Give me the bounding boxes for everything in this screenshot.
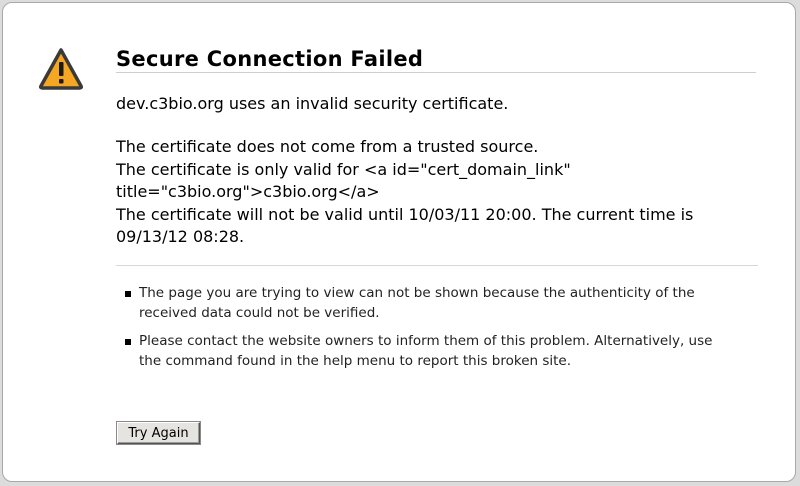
error-help-list: The page you are trying to view can not … (123, 284, 723, 380)
bullet-icon (125, 339, 131, 345)
try-again-button[interactable]: Try Again (117, 422, 200, 444)
list-item-text: Please contact the website owners to inf… (139, 333, 713, 369)
tech-detail-line: The certificate does not come from a tru… (116, 137, 539, 156)
error-title: Secure Connection Failed (116, 47, 424, 71)
error-page: Secure Connection Failed dev.c3bio.org u… (2, 2, 796, 482)
title-divider (116, 72, 756, 73)
warning-triangle-icon (38, 48, 84, 90)
tech-detail-line: The certificate is only valid for <a id=… (116, 159, 571, 202)
list-item-text: The page you are trying to view can not … (139, 285, 695, 321)
list-item: Please contact the website owners to inf… (123, 332, 723, 371)
tech-detail-line: The certificate will not be valid until … (116, 204, 694, 247)
error-short-description: dev.c3bio.org uses an invalid security c… (116, 94, 509, 113)
list-item: The page you are trying to view can not … (123, 284, 723, 323)
error-technical-details: The certificate does not come from a tru… (116, 136, 756, 249)
section-divider (116, 265, 758, 266)
bullet-icon (125, 291, 131, 297)
